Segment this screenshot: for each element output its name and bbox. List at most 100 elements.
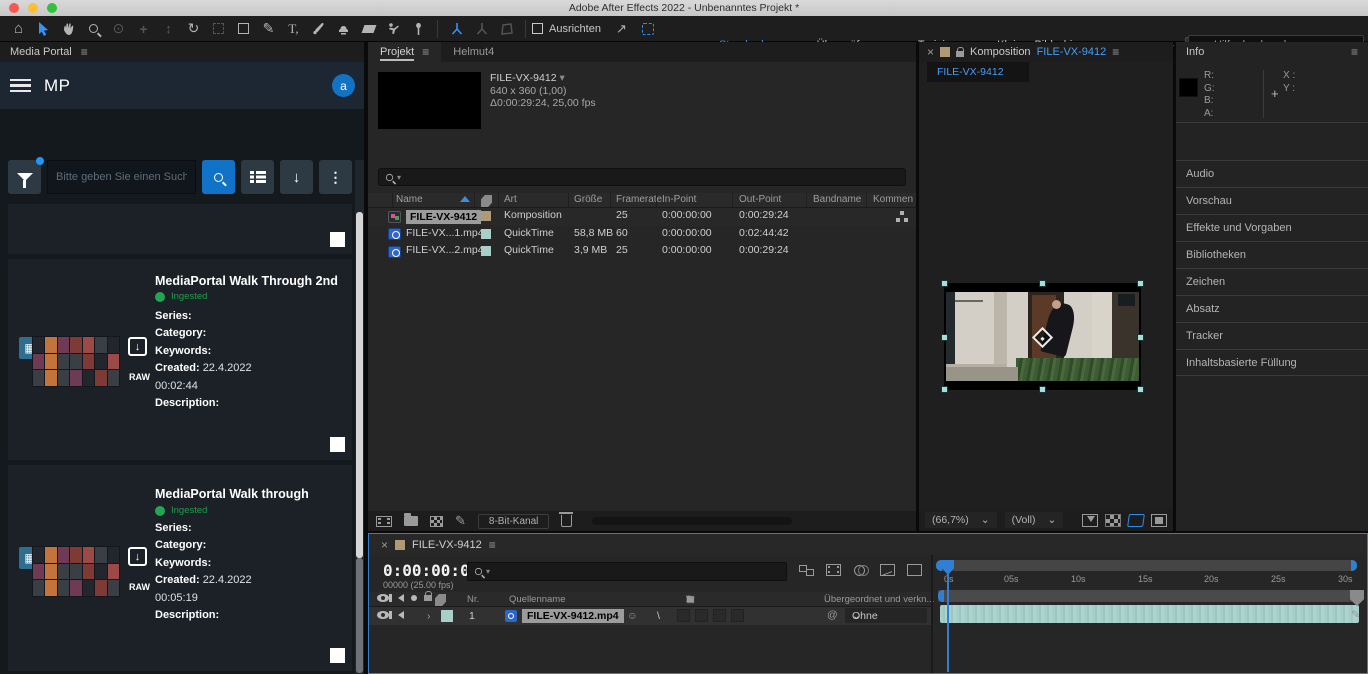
clone-stamp-tool-icon[interactable] xyxy=(331,18,356,40)
work-area-bar[interactable] xyxy=(938,590,1362,602)
media-card[interactable]: MediaPortal Walk Through 2nd Ingested Se… xyxy=(8,259,352,460)
rotate-tool-icon[interactable]: ↻ xyxy=(181,18,206,40)
card-checkbox[interactable] xyxy=(330,232,345,247)
solo-icon[interactable] xyxy=(411,595,417,601)
project-row-composition[interactable]: FILE-VX-9412 Komposition 25 0:00:00:00 0… xyxy=(368,208,916,226)
project-row-footage[interactable]: FILE-VX...2.mp4 QuickTime 3,9 MB 25 0:00… xyxy=(368,243,916,261)
text-tool-icon[interactable]: T, xyxy=(281,18,306,40)
speaker-icon[interactable] xyxy=(398,611,404,619)
label-swatch[interactable] xyxy=(481,211,491,221)
switch-cell[interactable] xyxy=(713,609,726,622)
scrollbar-thumb-secondary[interactable] xyxy=(356,558,363,673)
selection-handle[interactable] xyxy=(1137,280,1144,287)
hamburger-menu-icon[interactable] xyxy=(10,79,31,92)
brush-tool-icon[interactable] xyxy=(306,18,331,40)
panel-menu-icon[interactable]: ≡ xyxy=(1351,45,1358,59)
selection-handle[interactable] xyxy=(941,334,948,341)
media-scrollbar[interactable] xyxy=(355,160,364,674)
eye-icon[interactable] xyxy=(377,611,389,619)
dolly-camera-tool-icon[interactable]: ↕ xyxy=(156,18,181,40)
dropdown-caret-icon[interactable]: ▾ xyxy=(559,72,564,84)
new-composition-icon[interactable] xyxy=(430,516,443,527)
selection-handle[interactable] xyxy=(1039,280,1046,287)
adjust-icon[interactable]: ✎ xyxy=(455,513,466,529)
panel-zeichen[interactable]: Zeichen xyxy=(1176,268,1368,295)
new-folder-icon[interactable] xyxy=(404,516,418,526)
panel-inhaltsbasierte-fuellung[interactable]: Inhaltsbasierte Füllung xyxy=(1176,349,1368,376)
zoom-tool-icon[interactable] xyxy=(81,18,106,40)
download-button[interactable]: ↓ xyxy=(280,160,313,194)
user-avatar[interactable]: a xyxy=(332,74,355,97)
threed-layer-icon[interactable]: ⊘ xyxy=(686,594,694,605)
zoom-window-button[interactable] xyxy=(47,3,57,13)
motion-blur-icon[interactable] xyxy=(853,564,868,576)
project-table-header[interactable]: Name Art Größe Framerate In-Point Out-Po… xyxy=(368,193,916,208)
current-timecode[interactable]: 0:00:00:00 xyxy=(383,561,479,580)
composition-flowchart-icon[interactable] xyxy=(799,564,814,576)
timeline-navigator[interactable] xyxy=(936,560,1357,571)
comp-button-icon[interactable]: ✎ xyxy=(1351,608,1363,620)
panel-menu-icon[interactable]: ≡ xyxy=(1112,45,1119,59)
switch-cell[interactable] xyxy=(677,609,690,622)
lock-icon[interactable] xyxy=(424,595,432,601)
navigator-end-handle[interactable] xyxy=(1351,560,1357,571)
search-button[interactable] xyxy=(202,160,235,194)
layer-duration-bar[interactable] xyxy=(940,605,1359,623)
graph-editor-icon[interactable] xyxy=(880,564,895,576)
project-search-field[interactable]: ▾ xyxy=(378,168,906,186)
panel-menu-icon[interactable]: ≡ xyxy=(422,45,429,59)
panel-effekte-und-vorgaben[interactable]: Effekte und Vorgaben xyxy=(1176,214,1368,241)
timeline-search-field[interactable]: ▾ xyxy=(467,562,787,581)
close-window-button[interactable] xyxy=(9,3,19,13)
orbit-camera-tool-icon[interactable]: ⊙ xyxy=(106,18,131,40)
close-icon[interactable]: × xyxy=(927,45,934,59)
selection-handle[interactable] xyxy=(1137,334,1144,341)
pan-camera-tool-icon[interactable]: + xyxy=(131,18,156,40)
tab-helmut4[interactable]: Helmut4 xyxy=(441,42,506,62)
horizontal-scrollbar[interactable] xyxy=(592,517,792,525)
selection-handle[interactable] xyxy=(941,386,948,393)
work-area-start-handle[interactable] xyxy=(938,590,944,602)
composition-viewer[interactable] xyxy=(919,82,1173,509)
comp-marker-bin-icon[interactable] xyxy=(1350,590,1364,606)
comp-tab-name[interactable]: FILE-VX-9412 xyxy=(1037,46,1107,58)
timeline-tab-name[interactable]: FILE-VX-9412 xyxy=(412,539,482,551)
layer-label-swatch[interactable] xyxy=(441,610,453,622)
switch-cell[interactable] xyxy=(731,609,744,622)
expand-layer-icon[interactable]: › xyxy=(427,610,431,622)
delete-icon[interactable] xyxy=(561,515,572,527)
close-icon[interactable]: × xyxy=(381,538,388,552)
comp-tab-label[interactable]: Komposition xyxy=(970,46,1031,58)
snapping-icon[interactable] xyxy=(636,18,661,40)
filter-button[interactable] xyxy=(8,160,41,194)
speaker-icon[interactable] xyxy=(398,594,404,602)
hand-tool-icon[interactable] xyxy=(56,18,81,40)
align-checkbox[interactable] xyxy=(532,23,543,34)
world-axis-mode-icon[interactable] xyxy=(469,18,494,40)
switch-cell[interactable] xyxy=(695,609,708,622)
exposure-icon[interactable] xyxy=(1151,514,1167,527)
card-checkbox[interactable] xyxy=(330,648,345,663)
view-axis-mode-icon[interactable] xyxy=(494,18,519,40)
media-card-partial[interactable] xyxy=(8,204,352,254)
media-card[interactable]: MediaPortal Walk through Ingested Series… xyxy=(8,465,352,671)
panel-vorschau[interactable]: Vorschau xyxy=(1176,187,1368,214)
minimize-window-button[interactable] xyxy=(28,3,38,13)
download-asset-icon[interactable]: ↓ xyxy=(128,337,147,356)
layer-source-name[interactable]: FILE-VX-9412.mp4 xyxy=(522,609,624,623)
navigator-start-handle[interactable] xyxy=(936,560,942,571)
eraser-tool-icon[interactable] xyxy=(356,18,381,40)
parent-dropdown[interactable]: Ohne ⌄ xyxy=(845,608,927,623)
panel-absatz[interactable]: Absatz xyxy=(1176,295,1368,322)
parent-pickwhip-icon[interactable]: @ xyxy=(827,609,838,621)
label-swatch[interactable] xyxy=(481,246,491,256)
layer-shy-icon[interactable]: ☺ xyxy=(627,610,638,622)
magnification-select[interactable]: (66,7%) ⌄ xyxy=(925,512,997,528)
draft-3d-icon[interactable] xyxy=(907,564,922,576)
tab-projekt[interactable]: Projekt ≡ xyxy=(368,42,441,62)
selection-handle[interactable] xyxy=(1039,386,1046,393)
panel-menu-icon[interactable]: ≡ xyxy=(489,538,496,552)
rectangle-tool-icon[interactable] xyxy=(231,18,256,40)
media-thumbnail[interactable] xyxy=(32,336,120,387)
lock-icon[interactable] xyxy=(956,51,964,57)
